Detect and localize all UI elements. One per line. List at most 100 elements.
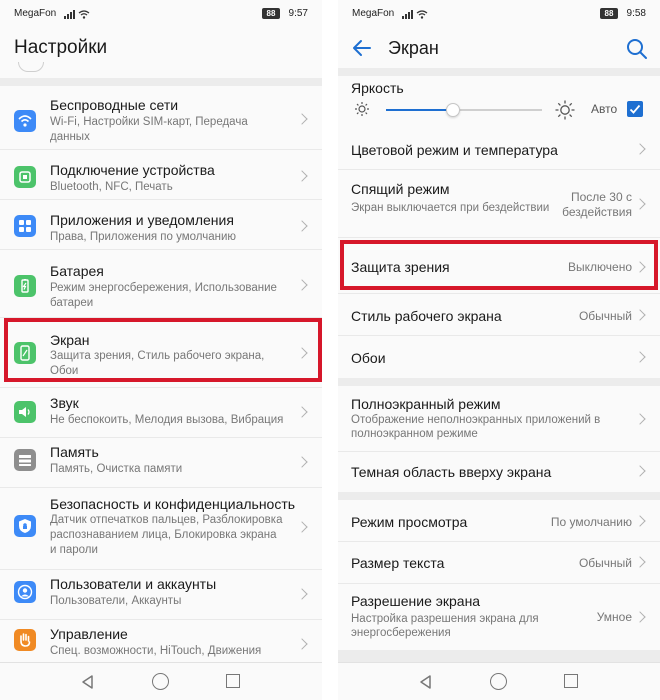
divider [338,68,660,76]
settings-item-device-connection[interactable]: Подключение устройства Bluetooth, NFC, П… [0,150,322,200]
chevron-right-icon [296,279,308,291]
settings-item-sub: Wi-Fi, Настройки SIM-карт, Передача данн… [50,116,248,143]
brightness-label: Яркость [351,80,404,96]
clock: 9:58 [626,8,646,19]
settings-item-battery[interactable]: Батарея Режим энергосбережения, Использо… [0,250,322,318]
item-label: Цветовой режим и температура [351,142,558,158]
brightness-high-icon [555,100,575,120]
device-connection-icon [14,166,36,188]
chevron-right-icon [296,220,308,232]
chevron-right-icon [634,556,646,568]
carrier-name: MegaFon [352,8,395,19]
settings-item-label: Пользователи и аккаунты [50,576,217,592]
users-icon [14,581,36,603]
settings-item-sub: Датчик отпечатков пальцев, Разблокировка… [50,514,283,556]
back-triangle-icon[interactable] [80,674,96,690]
chevron-right-icon [296,588,308,600]
item-label: Стиль рабочего экрана [351,308,502,324]
sound-icon [14,401,36,423]
navigation-bar [338,662,660,700]
chevron-right-icon [634,198,646,210]
item-label: Размер текста [351,555,445,571]
brightness-slider-fill [386,109,454,111]
fullscreen-mode-item[interactable]: Полноэкранный режим Отображение неполноэ… [338,386,660,452]
settings-item-memory[interactable]: Память Память, Очистка памяти [0,438,322,488]
chevron-right-icon [634,413,646,425]
settings-item-label: Подключение устройства [50,162,215,178]
search-icon[interactable] [624,36,650,62]
item-sub: Экран выключается при бездействии [351,202,550,214]
recents-square-icon[interactable] [564,674,578,688]
back-triangle-icon[interactable] [418,674,434,690]
home-screen-style-item[interactable]: Стиль рабочего экрана Обычный [338,294,660,336]
chevron-right-icon [296,406,308,418]
screen-resolution-item[interactable]: Разрешение экрана Настройка разрешения э… [338,584,660,650]
divider [338,650,660,662]
chevron-right-icon [296,638,308,650]
item-label: Полноэкранный режим [351,396,501,412]
auto-brightness-checkbox[interactable] [627,101,643,117]
settings-item-sub: Режим энергосбережения, Использование ба… [50,282,277,309]
settings-item-control[interactable]: Управление Спец. возможности, HiTouch, Д… [0,620,322,662]
settings-item-sub: Пользователи, Аккаунты [50,595,182,607]
chevron-right-icon [634,465,646,477]
home-circle-icon[interactable] [152,673,169,690]
settings-item-sub: Спец. возможности, HiTouch, Движения [50,645,262,657]
chevron-right-icon [296,521,308,533]
recents-square-icon[interactable] [226,674,240,688]
scroll-hint [18,62,44,72]
chevron-right-icon [296,456,308,468]
settings-item-sub: Bluetooth, NFC, Печать [50,181,173,193]
signal-wifi-icon [402,10,428,19]
status-bar: MegaFon 88 9:57 [0,0,322,28]
settings-item-label: Беспроводные сети [50,97,179,113]
brightness-slider[interactable] [386,103,542,117]
settings-screen: MegaFon 88 9:57 Настройки Беспроводные с… [0,0,322,700]
settings-item-sub: Не беспокоить, Мелодия вызова, Вибрация [50,414,284,426]
item-sub: Настройка разрешения экрана для энергосб… [351,613,539,639]
chevron-right-icon [634,351,646,363]
brightness-slider-thumb[interactable] [446,103,461,117]
chevron-right-icon [634,143,646,155]
chevron-right-icon [634,611,646,623]
signal-wifi-icon [64,10,90,19]
page-title: Настройки [14,37,108,58]
home-circle-icon[interactable] [490,673,507,690]
text-size-item[interactable]: Размер текста Обычный [338,542,660,584]
apps-icon [14,215,36,237]
chevron-right-icon [634,309,646,321]
wallpaper-item[interactable]: Обои [338,336,660,378]
settings-item-users[interactable]: Пользователи и аккаунты Пользователи, Ак… [0,570,322,620]
item-value: После 30 с бездействия [562,190,632,219]
divider [338,378,660,386]
battery-indicator: 88 [600,8,618,19]
back-arrow-icon[interactable] [348,36,376,60]
item-label: Темная область вверху экрана [351,464,552,480]
settings-item-security[interactable]: Безопасность и конфиденциальность Датчик… [0,488,322,570]
memory-icon [14,449,36,471]
status-bar: MegaFon 88 9:58 [338,0,660,28]
carrier-name: MegaFon [14,8,57,19]
settings-item-wireless[interactable]: Беспроводные сети Wi-Fi, Настройки SIM-к… [0,86,322,150]
view-mode-item[interactable]: Режим просмотра По умолчанию [338,500,660,542]
chevron-right-icon [296,170,308,182]
item-label: Обои [351,350,386,366]
item-value: Обычный [578,556,632,570]
item-label: Спящий режим [351,181,450,197]
clock: 9:57 [288,8,308,19]
sleep-mode-item[interactable]: Спящий режим Экран выключается при безде… [338,170,660,238]
highlight-box-display [4,318,322,382]
auto-brightness-label: Авто [591,102,618,116]
settings-item-sound[interactable]: Звук Не беспокоить, Мелодия вызова, Вибр… [0,388,322,438]
battery-icon [14,275,36,297]
item-label: Режим просмотра [351,514,468,530]
settings-item-sub: Права, Приложения по умолчанию [50,231,237,243]
notch-area-item[interactable]: Темная область вверху экрана [338,452,660,492]
settings-item-label: Приложения и уведомления [50,212,234,228]
color-mode-item[interactable]: Цветовой режим и температура [338,128,660,170]
item-value: Обычный [578,309,632,323]
divider [0,78,322,86]
settings-item-apps[interactable]: Приложения и уведомления Права, Приложен… [0,200,322,250]
settings-item-sub: Память, Очистка памяти [50,463,183,475]
chevron-right-icon [296,113,308,125]
